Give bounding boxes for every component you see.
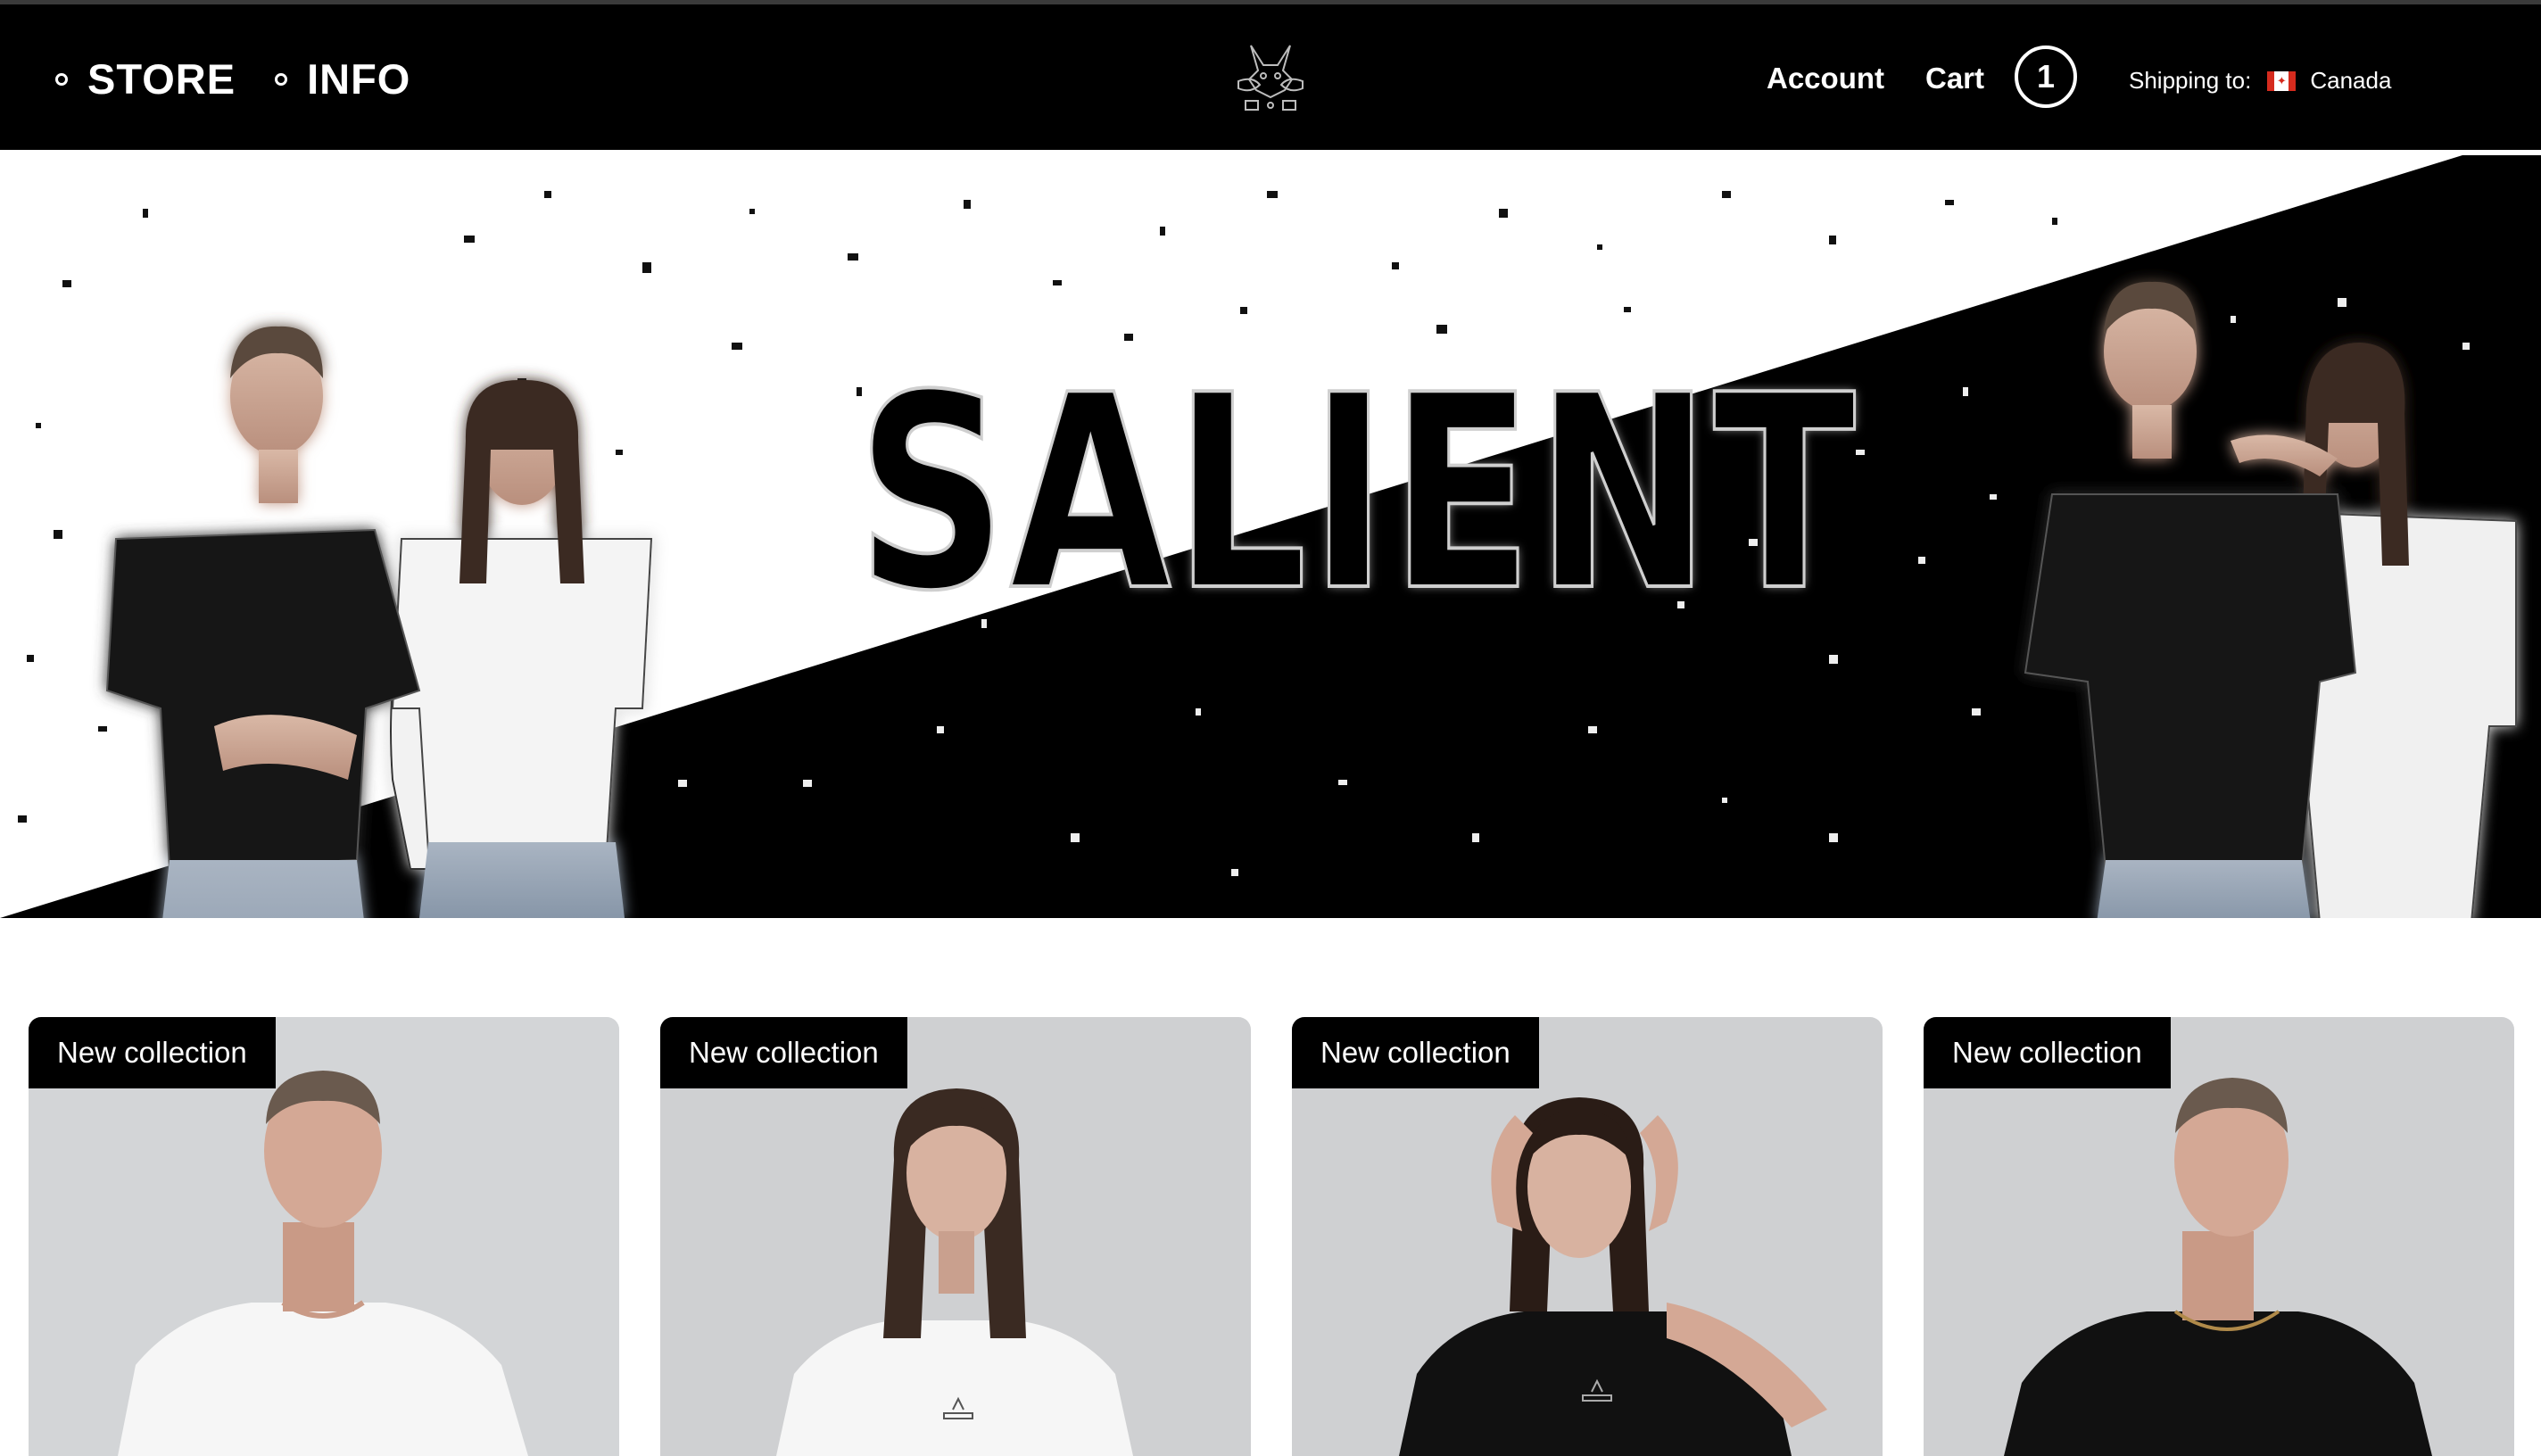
canada-flag-icon: ✦ xyxy=(2267,70,2297,91)
bullet-icon xyxy=(55,72,68,86)
nav-info[interactable]: INFO xyxy=(275,54,410,103)
cart-count-badge[interactable]: 1 xyxy=(2015,46,2077,108)
hero-title: SALIENT xyxy=(855,338,1858,649)
main-nav: STORE INFO xyxy=(55,54,450,103)
site-header: STORE INFO Account Cart 1 Shipping to: ✦… xyxy=(0,0,2541,153)
new-collection-badge: New collection xyxy=(1292,1017,1539,1088)
cart-link[interactable]: Cart xyxy=(1925,62,1984,95)
product-card[interactable]: New collection xyxy=(1924,1017,2514,1456)
shipping-country: Canada xyxy=(2310,67,2392,94)
nav-store-label: STORE xyxy=(87,55,236,103)
doberman-logo-icon[interactable] xyxy=(1224,35,1317,120)
new-collection-badge: New collection xyxy=(29,1017,276,1088)
product-card[interactable]: New collection xyxy=(1292,1017,1883,1456)
nav-store[interactable]: STORE xyxy=(55,54,236,103)
nav-info-label: INFO xyxy=(307,55,411,103)
hero-banner: SALIENT xyxy=(0,155,2541,918)
product-card[interactable]: New collection xyxy=(29,1017,619,1456)
hero-models-right xyxy=(2024,281,2517,918)
account-link[interactable]: Account xyxy=(1767,62,1884,95)
product-card[interactable]: New collection xyxy=(660,1017,1251,1456)
shipping-label: Shipping to: xyxy=(2129,67,2252,94)
shipping-selector[interactable]: Shipping to: ✦ Canada xyxy=(2129,67,2391,95)
new-collection-badge: New collection xyxy=(660,1017,907,1088)
new-collection-badge: New collection xyxy=(1924,1017,2171,1088)
product-grid: New collection New collection New collec… xyxy=(0,1017,2541,1456)
bullet-icon xyxy=(275,72,288,86)
